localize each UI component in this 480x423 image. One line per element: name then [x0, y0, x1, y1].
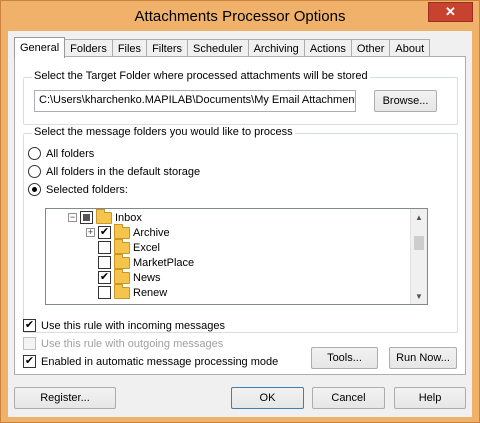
tree-item-archive[interactable]: + ✔ Archive	[86, 223, 170, 240]
folder-icon	[96, 209, 112, 224]
options-window: Attachments Processor Options ✕ General …	[0, 0, 480, 423]
radio-selected-folders-label: Selected folders:	[46, 183, 128, 196]
tab-general[interactable]: General	[14, 37, 66, 58]
tree-item-renew[interactable]: Renew	[98, 283, 168, 300]
tools-button[interactable]: Tools...	[311, 347, 378, 369]
radio-all-folders-circle[interactable]	[28, 147, 41, 160]
radio-all-folders-label: All folders	[46, 147, 95, 160]
folder-icon	[114, 268, 130, 284]
cancel-button[interactable]: Cancel	[312, 387, 385, 409]
scroll-up-icon[interactable]: ▲	[411, 209, 427, 225]
tree-checkbox-excel[interactable]	[98, 241, 111, 254]
close-button[interactable]: ✕	[428, 2, 473, 22]
ok-button[interactable]: OK	[231, 387, 304, 409]
register-button[interactable]: Register...	[14, 387, 116, 409]
incoming-messages-label: Use this rule with incoming messages	[41, 319, 226, 332]
tab-folders[interactable]: Folders	[64, 39, 113, 57]
tab-scheduler[interactable]: Scheduler	[187, 39, 249, 57]
tree-checkbox-archive[interactable]: ✔	[98, 226, 111, 239]
checkmark-icon: ✔	[99, 226, 110, 238]
checkmark-icon: ✔	[99, 271, 110, 283]
target-folder-group: Select the Target Folder where processed…	[23, 70, 458, 125]
tab-files[interactable]: Files	[111, 39, 148, 57]
folder-icon	[114, 223, 130, 239]
outgoing-messages-label: Use this rule with outgoing messages	[41, 337, 224, 350]
radio-selected-folders[interactable]: Selected folders:	[28, 183, 128, 196]
tab-other[interactable]: Other	[350, 39, 391, 57]
radio-default-storage[interactable]: All folders in the default storage	[28, 165, 200, 178]
folder-icon	[114, 283, 130, 299]
scroll-thumb[interactable]	[414, 236, 424, 250]
tree-item-news[interactable]: ✔ News	[98, 268, 161, 285]
folder-tree[interactable]: − Inbox + ✔ Archive Excel MarketPlace ✔ …	[45, 208, 428, 305]
automatic-mode-label: Enabled in automatic message processing …	[41, 355, 279, 368]
tab-archiving[interactable]: Archiving	[247, 39, 305, 57]
outgoing-messages-option: Use this rule with outgoing messages	[23, 337, 223, 350]
tab-about[interactable]: About	[389, 39, 431, 57]
tree-label-inbox: Inbox	[115, 211, 142, 224]
general-tab-panel: Select the Target Folder where processed…	[14, 56, 466, 375]
radio-default-storage-label: All folders in the default storage	[46, 165, 201, 178]
expand-icon[interactable]: +	[86, 228, 95, 237]
tree-checkbox-renew[interactable]	[98, 286, 111, 299]
tree-label-archive: Archive	[133, 226, 170, 239]
tree-label-marketplace: MarketPlace	[133, 256, 195, 269]
automatic-mode-checkbox[interactable]: ✔	[23, 355, 36, 368]
outgoing-messages-checkbox	[23, 337, 36, 350]
tree-item-inbox[interactable]: − Inbox	[68, 209, 142, 225]
dialog-client-area: General Folders Files Filters Scheduler …	[8, 31, 472, 417]
run-now-button[interactable]: Run Now...	[389, 347, 457, 369]
target-folder-group-label: Select the Target Folder where processed…	[32, 70, 370, 82]
window-title: Attachments Processor Options	[134, 7, 346, 25]
tab-filters[interactable]: Filters	[146, 39, 189, 57]
folder-icon	[114, 253, 130, 269]
title-bar[interactable]: Attachments Processor Options ✕	[1, 1, 479, 31]
automatic-mode-option[interactable]: ✔ Enabled in automatic message processin…	[23, 355, 278, 368]
tree-checkbox-inbox[interactable]	[80, 211, 93, 224]
checkmark-icon: ✔	[24, 319, 35, 331]
radio-all-folders[interactable]: All folders	[28, 147, 94, 160]
tree-item-marketplace[interactable]: MarketPlace	[98, 253, 195, 270]
message-folders-group-label: Select the message folders you would lik…	[32, 126, 295, 138]
tree-checkbox-news[interactable]: ✔	[98, 271, 111, 284]
tree-scrollbar[interactable]: ▲ ▼	[410, 209, 427, 304]
browse-button[interactable]: Browse...	[374, 90, 437, 112]
message-folders-group: Select the message folders you would lik…	[23, 126, 458, 333]
tree-label-excel: Excel	[133, 241, 160, 254]
folder-icon	[114, 238, 130, 254]
tree-label-renew: Renew	[133, 286, 168, 299]
help-button[interactable]: Help	[394, 387, 466, 409]
scroll-down-icon[interactable]: ▼	[411, 288, 427, 304]
radio-selected-folders-circle[interactable]	[28, 183, 41, 196]
tree-label-news: News	[133, 271, 161, 284]
radio-default-storage-circle[interactable]	[28, 165, 41, 178]
collapse-icon[interactable]: −	[68, 213, 77, 222]
incoming-messages-checkbox[interactable]: ✔	[23, 319, 36, 332]
incoming-messages-option[interactable]: ✔ Use this rule with incoming messages	[23, 319, 225, 332]
close-icon: ✕	[445, 4, 456, 19]
tab-strip: General Folders Files Filters Scheduler …	[14, 37, 431, 58]
tab-actions[interactable]: Actions	[303, 39, 352, 57]
checkmark-icon: ✔	[24, 355, 35, 367]
target-folder-path-field[interactable]: C:\Users\kharchenko.MAPILAB\Documents\My…	[34, 90, 356, 112]
tree-checkbox-marketplace[interactable]	[98, 256, 111, 269]
tree-item-excel[interactable]: Excel	[98, 238, 160, 255]
